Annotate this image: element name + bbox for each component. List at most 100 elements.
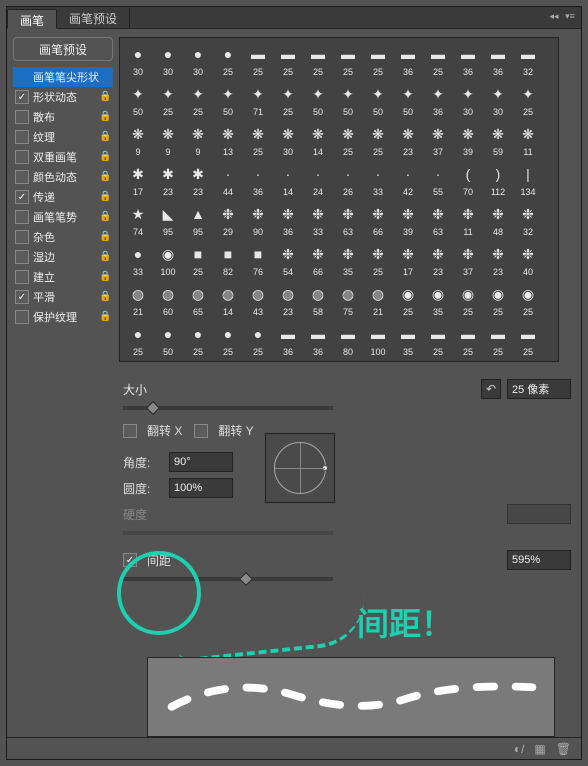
brush-cell[interactable]: ❋59 — [484, 122, 512, 160]
brush-cell[interactable]: ✱17 — [124, 162, 152, 200]
sidebar-item-11[interactable]: ✓平滑🔒 — [13, 287, 113, 307]
brush-cell[interactable]: ❋25 — [364, 122, 392, 160]
sidebar-checkbox[interactable] — [15, 170, 29, 184]
brush-cell[interactable]: ◍58 — [304, 282, 332, 320]
brush-cell[interactable]: ✦50 — [304, 82, 332, 120]
size-input[interactable]: 25 像素 — [507, 379, 571, 399]
brush-cell[interactable]: ◍14 — [214, 282, 242, 320]
brush-cell[interactable]: ◉25 — [454, 282, 482, 320]
lock-icon[interactable]: 🔒 — [99, 211, 111, 223]
lock-icon[interactable]: 🔒 — [99, 171, 111, 183]
sidebar-checkbox[interactable]: ✓ — [15, 190, 29, 204]
brush-cell[interactable]: ◍21 — [124, 282, 152, 320]
sidebar-checkbox[interactable] — [15, 130, 29, 144]
brush-cell[interactable]: ●30 — [184, 42, 212, 80]
sidebar-item-7[interactable]: 画笔笔势🔒 — [13, 207, 113, 227]
brush-cell[interactable]: ✦30 — [484, 82, 512, 120]
sidebar-checkbox[interactable] — [15, 210, 29, 224]
brush-cell[interactable]: ▬25 — [514, 322, 542, 360]
collapse-icon[interactable]: ◂◂ — [547, 9, 561, 23]
sidebar-item-3[interactable]: 纹理🔒 — [13, 127, 113, 147]
brush-cell[interactable]: ▬36 — [274, 322, 302, 360]
brush-cell[interactable]: ▬36 — [394, 42, 422, 80]
brush-presets-button[interactable]: 画笔预设 — [13, 37, 113, 61]
sidebar-item-4[interactable]: 双重画笔🔒 — [13, 147, 113, 167]
sidebar-checkbox[interactable] — [15, 230, 29, 244]
sidebar-item-12[interactable]: 保护纹理🔒 — [13, 307, 113, 327]
brush-cell[interactable]: ❉35 — [334, 242, 362, 280]
brush-cell[interactable]: ▬25 — [274, 42, 302, 80]
brush-cell[interactable]: ◍75 — [334, 282, 362, 320]
brush-cell[interactable]: ▬36 — [484, 42, 512, 80]
brush-cell[interactable]: ●50 — [154, 322, 182, 360]
new-icon[interactable]: ▦ — [534, 742, 545, 756]
roundness-input[interactable]: 100% — [169, 478, 233, 498]
brush-cell[interactable]: ❋25 — [244, 122, 272, 160]
brush-cell[interactable]: ·44 — [214, 162, 242, 200]
brush-cell[interactable]: ✦25 — [154, 82, 182, 120]
brush-cell[interactable]: ❋11 — [514, 122, 542, 160]
sidebar-checkbox[interactable] — [15, 310, 29, 324]
brush-cell[interactable]: ❋30 — [274, 122, 302, 160]
brush-cell[interactable]: ●25 — [244, 322, 272, 360]
brush-cell[interactable]: ●25 — [214, 322, 242, 360]
brush-cell[interactable]: ◉35 — [424, 282, 452, 320]
brush-cell[interactable]: ❉48 — [484, 202, 512, 240]
brush-cell[interactable]: ★74 — [124, 202, 152, 240]
brush-cell[interactable]: ❉36 — [274, 202, 302, 240]
brush-cell[interactable]: ●25 — [124, 322, 152, 360]
brush-cell[interactable]: ▬80 — [334, 322, 362, 360]
brush-cell[interactable]: ❉63 — [424, 202, 452, 240]
brush-cell[interactable]: ✦71 — [244, 82, 272, 120]
brush-cell[interactable]: ✦50 — [214, 82, 242, 120]
brush-cell[interactable]: ❋39 — [454, 122, 482, 160]
brush-cell[interactable]: ◍21 — [364, 282, 392, 320]
size-slider[interactable] — [123, 406, 333, 410]
brush-cell[interactable]: ▬25 — [454, 322, 482, 360]
brush-cell[interactable]: ❉66 — [364, 202, 392, 240]
brush-cell[interactable]: ❉39 — [394, 202, 422, 240]
sidebar-checkbox[interactable] — [15, 270, 29, 284]
trash-icon[interactable]: 🗑 — [556, 742, 571, 756]
brush-cell[interactable]: ·14 — [274, 162, 302, 200]
brush-cell[interactable]: |134 — [514, 162, 542, 200]
sidebar-item-9[interactable]: 湿边🔒 — [13, 247, 113, 267]
brush-cell[interactable]: ❉25 — [364, 242, 392, 280]
lock-icon[interactable]: 🔒 — [99, 91, 111, 103]
brush-cell[interactable]: ❉40 — [514, 242, 542, 280]
brush-cell[interactable]: ✦50 — [364, 82, 392, 120]
brush-cell[interactable]: ▲95 — [184, 202, 212, 240]
brush-cell[interactable]: ❋9 — [154, 122, 182, 160]
brush-cell[interactable]: ▬25 — [244, 42, 272, 80]
brush-cell[interactable]: ·36 — [244, 162, 272, 200]
brush-cell[interactable]: ✦30 — [454, 82, 482, 120]
brush-cell[interactable]: ▬36 — [304, 322, 332, 360]
tab-brush[interactable]: 画笔 — [7, 9, 57, 29]
brush-cell[interactable]: ·26 — [334, 162, 362, 200]
brush-cell[interactable]: ◍65 — [184, 282, 212, 320]
brush-cell[interactable]: ▬25 — [334, 42, 362, 80]
sidebar-item-1[interactable]: ✓形状动态🔒 — [13, 87, 113, 107]
sidebar-item-10[interactable]: 建立🔒 — [13, 267, 113, 287]
angle-dial[interactable] — [265, 433, 335, 503]
brush-cell[interactable]: ❋9 — [184, 122, 212, 160]
tab-brush-presets[interactable]: 画笔预设 — [57, 8, 130, 28]
brush-cell[interactable]: ❋13 — [214, 122, 242, 160]
brush-cell[interactable]: ◍23 — [274, 282, 302, 320]
brush-cell[interactable]: ✦50 — [394, 82, 422, 120]
lock-icon[interactable]: 🔒 — [99, 231, 111, 243]
brush-cell[interactable]: ·55 — [424, 162, 452, 200]
sidebar-checkbox[interactable]: ✓ — [15, 90, 29, 104]
brush-cell[interactable]: ◉25 — [394, 282, 422, 320]
lock-icon[interactable]: 🔒 — [99, 111, 111, 123]
brush-cell[interactable]: ✦25 — [184, 82, 212, 120]
brush-cell[interactable]: ▬100 — [364, 322, 392, 360]
flip-y-checkbox[interactable] — [194, 424, 208, 438]
brush-cell[interactable]: ✦50 — [124, 82, 152, 120]
sidebar-item-0[interactable]: 画笔笔尖形状 — [13, 67, 113, 87]
brush-cell[interactable]: ✦36 — [424, 82, 452, 120]
brush-cell[interactable]: ✦50 — [334, 82, 362, 120]
brush-cell[interactable]: ◍43 — [244, 282, 272, 320]
brush-cell[interactable]: ▬25 — [484, 322, 512, 360]
brush-cell[interactable]: ❉54 — [274, 242, 302, 280]
